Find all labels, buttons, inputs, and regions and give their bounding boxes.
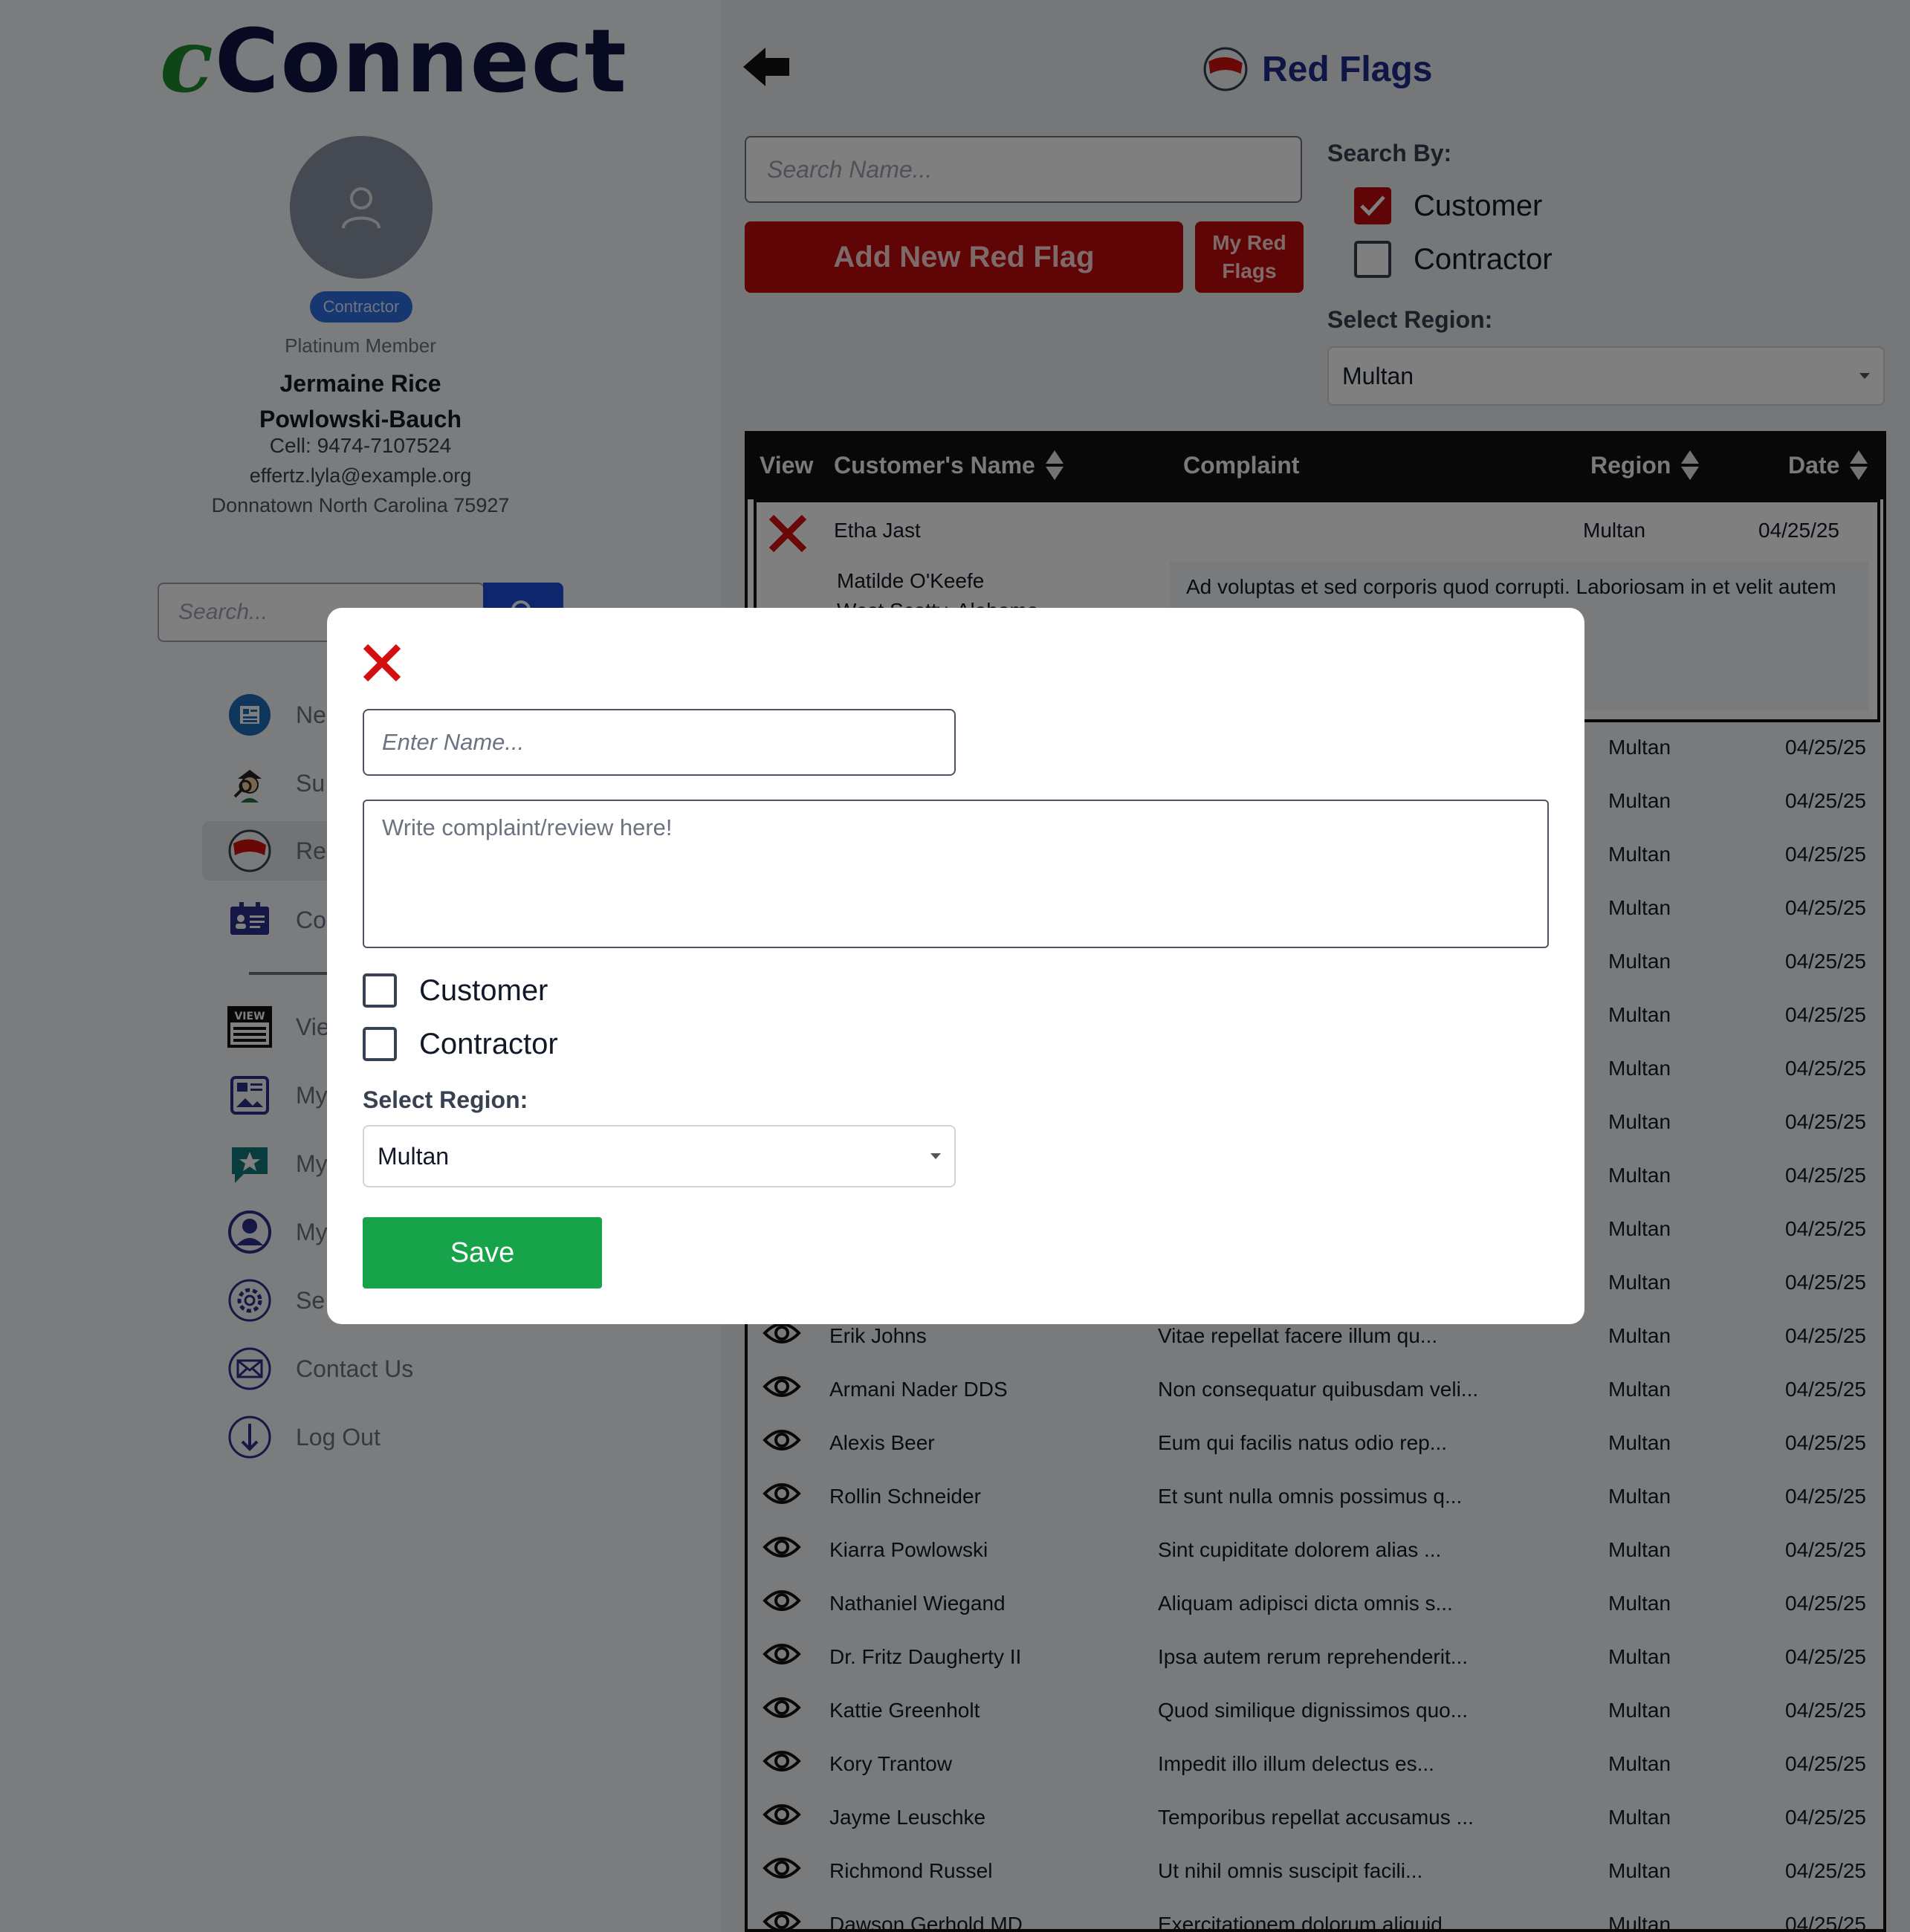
modal-close-button[interactable]: [361, 642, 403, 687]
modal-contractor-checkbox[interactable]: [363, 1027, 397, 1061]
modal-contractor-label: Contractor: [419, 1027, 558, 1060]
add-red-flag-modal: Enter Name... Write complaint/review her…: [327, 608, 1584, 1324]
close-icon: [363, 644, 401, 682]
chevron-down-icon: [930, 1153, 941, 1159]
modal-customer-option[interactable]: Customer: [363, 973, 548, 1008]
modal-region-value: Multan: [378, 1142, 450, 1170]
modal-contractor-option[interactable]: Contractor: [363, 1027, 558, 1061]
modal-region-label: Select Region:: [363, 1086, 528, 1113]
enter-name-input[interactable]: Enter Name...: [363, 709, 956, 776]
complaint-textarea[interactable]: Write complaint/review here!: [363, 800, 1549, 948]
modal-customer-label: Customer: [419, 973, 548, 1007]
modal-region-select[interactable]: Multan: [363, 1125, 956, 1187]
modal-customer-checkbox[interactable]: [363, 973, 397, 1008]
save-button[interactable]: Save: [363, 1217, 602, 1288]
